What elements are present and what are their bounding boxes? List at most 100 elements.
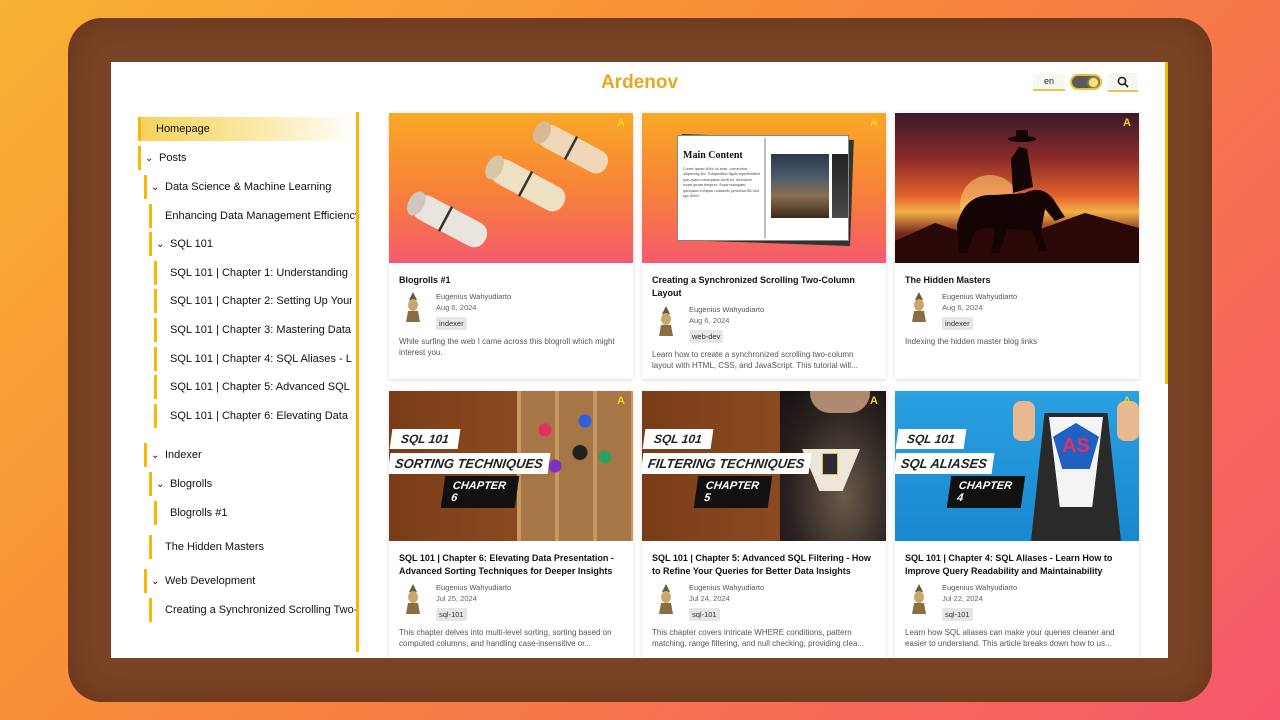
brand-logo-icon: A [617, 395, 625, 407]
post-tag[interactable]: sql-101 [436, 608, 467, 621]
sidebar-item-label: Blogrolls [170, 478, 213, 490]
post-thumbnail[interactable]: SQL 101 FILTERING TECHNIQUES CHAPTER 5 A [642, 391, 886, 541]
post-title[interactable]: SQL 101 | Chapter 4: SQL Aliases - Learn… [905, 552, 1131, 577]
sidebar-item-label: Creating a Synchronized Scrolling Two-C [165, 604, 356, 616]
post-author: Eugenius Wahyudiarto [436, 583, 512, 592]
post-tag[interactable]: sql-101 [689, 608, 720, 621]
post-card[interactable]: A The Hidden Masters Eugenius Wahyudiart… [895, 113, 1139, 379]
post-excerpt: Learn how SQL aliases can make your quer… [905, 628, 1115, 648]
sidebar-item-sync-scroll[interactable]: Creating a Synchronized Scrolling Two-C [149, 598, 356, 622]
sidebar-item-sql-ch3[interactable]: SQL 101 | Chapter 3: Mastering Data Re [154, 318, 352, 342]
post-author: Eugenius Wahyudiarto [689, 305, 765, 314]
sidebar-item-label: Indexer [165, 449, 202, 461]
sidebar-item-sql-ch1[interactable]: SQL 101 | Chapter 1: Understanding SQ [154, 261, 352, 285]
sidebar-item-blogrolls[interactable]: ⌄ Blogrolls [149, 472, 356, 496]
post-thumbnail[interactable]: A [389, 113, 633, 263]
sidebar-item-sql-101[interactable]: ⌄ SQL 101 [149, 232, 356, 256]
sidebar-item-web-development[interactable]: ⌄ Web Development [144, 569, 356, 593]
superhero-photo: AS [1013, 391, 1139, 541]
sidebar-item-posts[interactable]: ⌄ Posts [138, 146, 356, 170]
sidebar-item-sql-ch4[interactable]: SQL 101 | Chapter 4: SQL Aliases - Lear [154, 347, 352, 371]
post-tag[interactable]: indexer [942, 317, 973, 330]
post-title[interactable]: The Hidden Masters [905, 274, 1131, 287]
post-excerpt: While surfing the web I came across this… [399, 337, 615, 357]
cowboy-silhouette [895, 130, 1139, 263]
post-thumbnail[interactable]: Main Content Lorem ipsum dolor sit amet,… [642, 113, 886, 263]
post-thumbnail[interactable]: SQL 101 SORTING TECHNIQUES CHAPTER 6 A [389, 391, 633, 541]
search-button[interactable] [1108, 73, 1138, 92]
author-avatar [659, 584, 673, 614]
brand-logo-icon: A [870, 117, 878, 129]
post-thumbnail[interactable]: AS SQL 101 SQL ALIASES CHAPTER 4 A [895, 391, 1139, 541]
thumb-caption: SQL 101 SQL ALIASES CHAPTER 4 [895, 429, 1026, 508]
sidebar-item-label: SQL 101 | Chapter 2: Setting Up Your Da [170, 295, 352, 307]
scroll-accent-bar [1165, 62, 1168, 384]
sidebar-item-enhancing-data[interactable]: Enhancing Data Management Efficiency [149, 204, 356, 228]
layout-preview: Main Content Lorem ipsum dolor sit amet,… [677, 135, 849, 241]
post-card[interactable]: AS SQL 101 SQL ALIASES CHAPTER 4 A SQL 1… [895, 391, 1139, 658]
post-card[interactable]: A Blogrolls #1 Eugenius Wahyudiarto Aug … [389, 113, 633, 379]
post-excerpt: This chapter delves into multi-level sor… [399, 628, 612, 648]
post-title[interactable]: Blogrolls #1 [399, 274, 625, 287]
preview-heading: Main Content [683, 150, 743, 161]
sidebar-nav: Homepage ⌄ Posts ⌄ Data Science & Machine … [138, 112, 359, 652]
post-tag[interactable]: sql-101 [942, 608, 973, 621]
thumb-chapter: CHAPTER 6 [440, 476, 520, 508]
author-avatar [659, 306, 673, 336]
post-date: Aug 6, 2024 [942, 303, 983, 312]
sidebar-item-homepage[interactable]: Homepage [138, 117, 356, 141]
author-avatar [406, 292, 420, 322]
thumb-badge: SQL 101 [389, 429, 461, 449]
post-excerpt: Learn how to create a synchronized scrol… [652, 350, 858, 370]
post-excerpt: Indexing the hidden master blog links [905, 337, 1038, 346]
post-title[interactable]: SQL 101 | Chapter 5: Advanced SQL Filter… [652, 552, 878, 577]
thumb-chapter: CHAPTER 4 [946, 476, 1026, 508]
sidebar-item-label: Data Science & Machine Learning [165, 181, 332, 193]
sidebar-item-indexer[interactable]: ⌄ Indexer [144, 443, 356, 467]
sidebar-item-sql-ch2[interactable]: SQL 101 | Chapter 2: Setting Up Your Da [154, 289, 352, 313]
sidebar-item-label: Blogrolls #1 [170, 507, 228, 519]
thumb-title: FILTERING TECHNIQUES [642, 453, 812, 474]
brand-logo-icon: A [870, 395, 878, 407]
sidebar-item-label: SQL 101 | Chapter 3: Mastering Data Re [170, 324, 352, 336]
preview-photo [771, 154, 829, 218]
sidebar-item-label: SQL 101 | Chapter 4: SQL Aliases - Lear [170, 353, 352, 365]
sidebar-item-data-science[interactable]: ⌄ Data Science & Machine Learning [144, 175, 356, 199]
post-excerpt: This chapter covers intricate WHERE cond… [652, 628, 865, 648]
sidebar-item-sql-ch6[interactable]: SQL 101 | Chapter 6: Elevating Data Pre [154, 404, 352, 428]
brand-logo-icon: A [617, 117, 625, 129]
site-brand[interactable]: Ardenov [111, 72, 1168, 94]
post-title[interactable]: Creating a Synchronized Scrolling Two-Co… [652, 274, 878, 299]
post-tag[interactable]: indexer [436, 317, 467, 330]
post-author: Eugenius Wahyudiarto [942, 583, 1018, 592]
post-thumbnail[interactable]: A [895, 113, 1139, 263]
thumb-chest-text: AS [1062, 435, 1090, 457]
sidebar-item-sql-ch5[interactable]: SQL 101 | Chapter 5: Advanced SQL Filt [154, 375, 352, 399]
chevron-down-icon: ⌄ [156, 239, 165, 250]
theme-toggle[interactable] [1070, 74, 1102, 90]
post-date: Aug 6, 2024 [436, 303, 477, 312]
scrolls-illustration [407, 121, 609, 248]
sidebar-item-label: SQL 101 | Chapter 6: Elevating Data Pre [170, 410, 352, 422]
post-tag[interactable]: web-dev [689, 330, 724, 343]
post-date: Jul 22, 2024 [942, 594, 983, 603]
chevron-down-icon: ⌄ [156, 479, 165, 490]
preview-body: Lorem ipsum dolor sit amet, consectetur … [683, 166, 761, 199]
sidebar-item-label: SQL 101 | Chapter 5: Advanced SQL Filt [170, 381, 352, 393]
language-button[interactable]: en [1033, 74, 1065, 91]
sidebar-item-label: SQL 101 | Chapter 1: Understanding SQ [170, 267, 352, 279]
chevron-down-icon: ⌄ [151, 576, 160, 587]
post-author: Eugenius Wahyudiarto [942, 292, 1018, 301]
search-icon [1117, 76, 1129, 88]
sidebar-item-blogrolls-1[interactable]: Blogrolls #1 [154, 501, 352, 525]
sidebar-item-hidden-masters[interactable]: The Hidden Masters [149, 535, 356, 559]
post-card[interactable]: Main Content Lorem ipsum dolor sit amet,… [642, 113, 886, 379]
post-card[interactable]: SQL 101 SORTING TECHNIQUES CHAPTER 6 A S… [389, 391, 633, 658]
post-card[interactable]: SQL 101 FILTERING TECHNIQUES CHAPTER 5 A… [642, 391, 886, 658]
thumb-caption: SQL 101 SORTING TECHNIQUES CHAPTER 6 [389, 429, 551, 508]
post-title[interactable]: SQL 101 | Chapter 6: Elevating Data Pres… [399, 552, 625, 577]
thumb-caption: SQL 101 FILTERING TECHNIQUES CHAPTER 5 [642, 429, 812, 508]
thumb-chapter: CHAPTER 5 [693, 476, 773, 508]
sun-icon [1089, 78, 1098, 87]
sidebar-item-label: SQL 101 [170, 238, 214, 250]
